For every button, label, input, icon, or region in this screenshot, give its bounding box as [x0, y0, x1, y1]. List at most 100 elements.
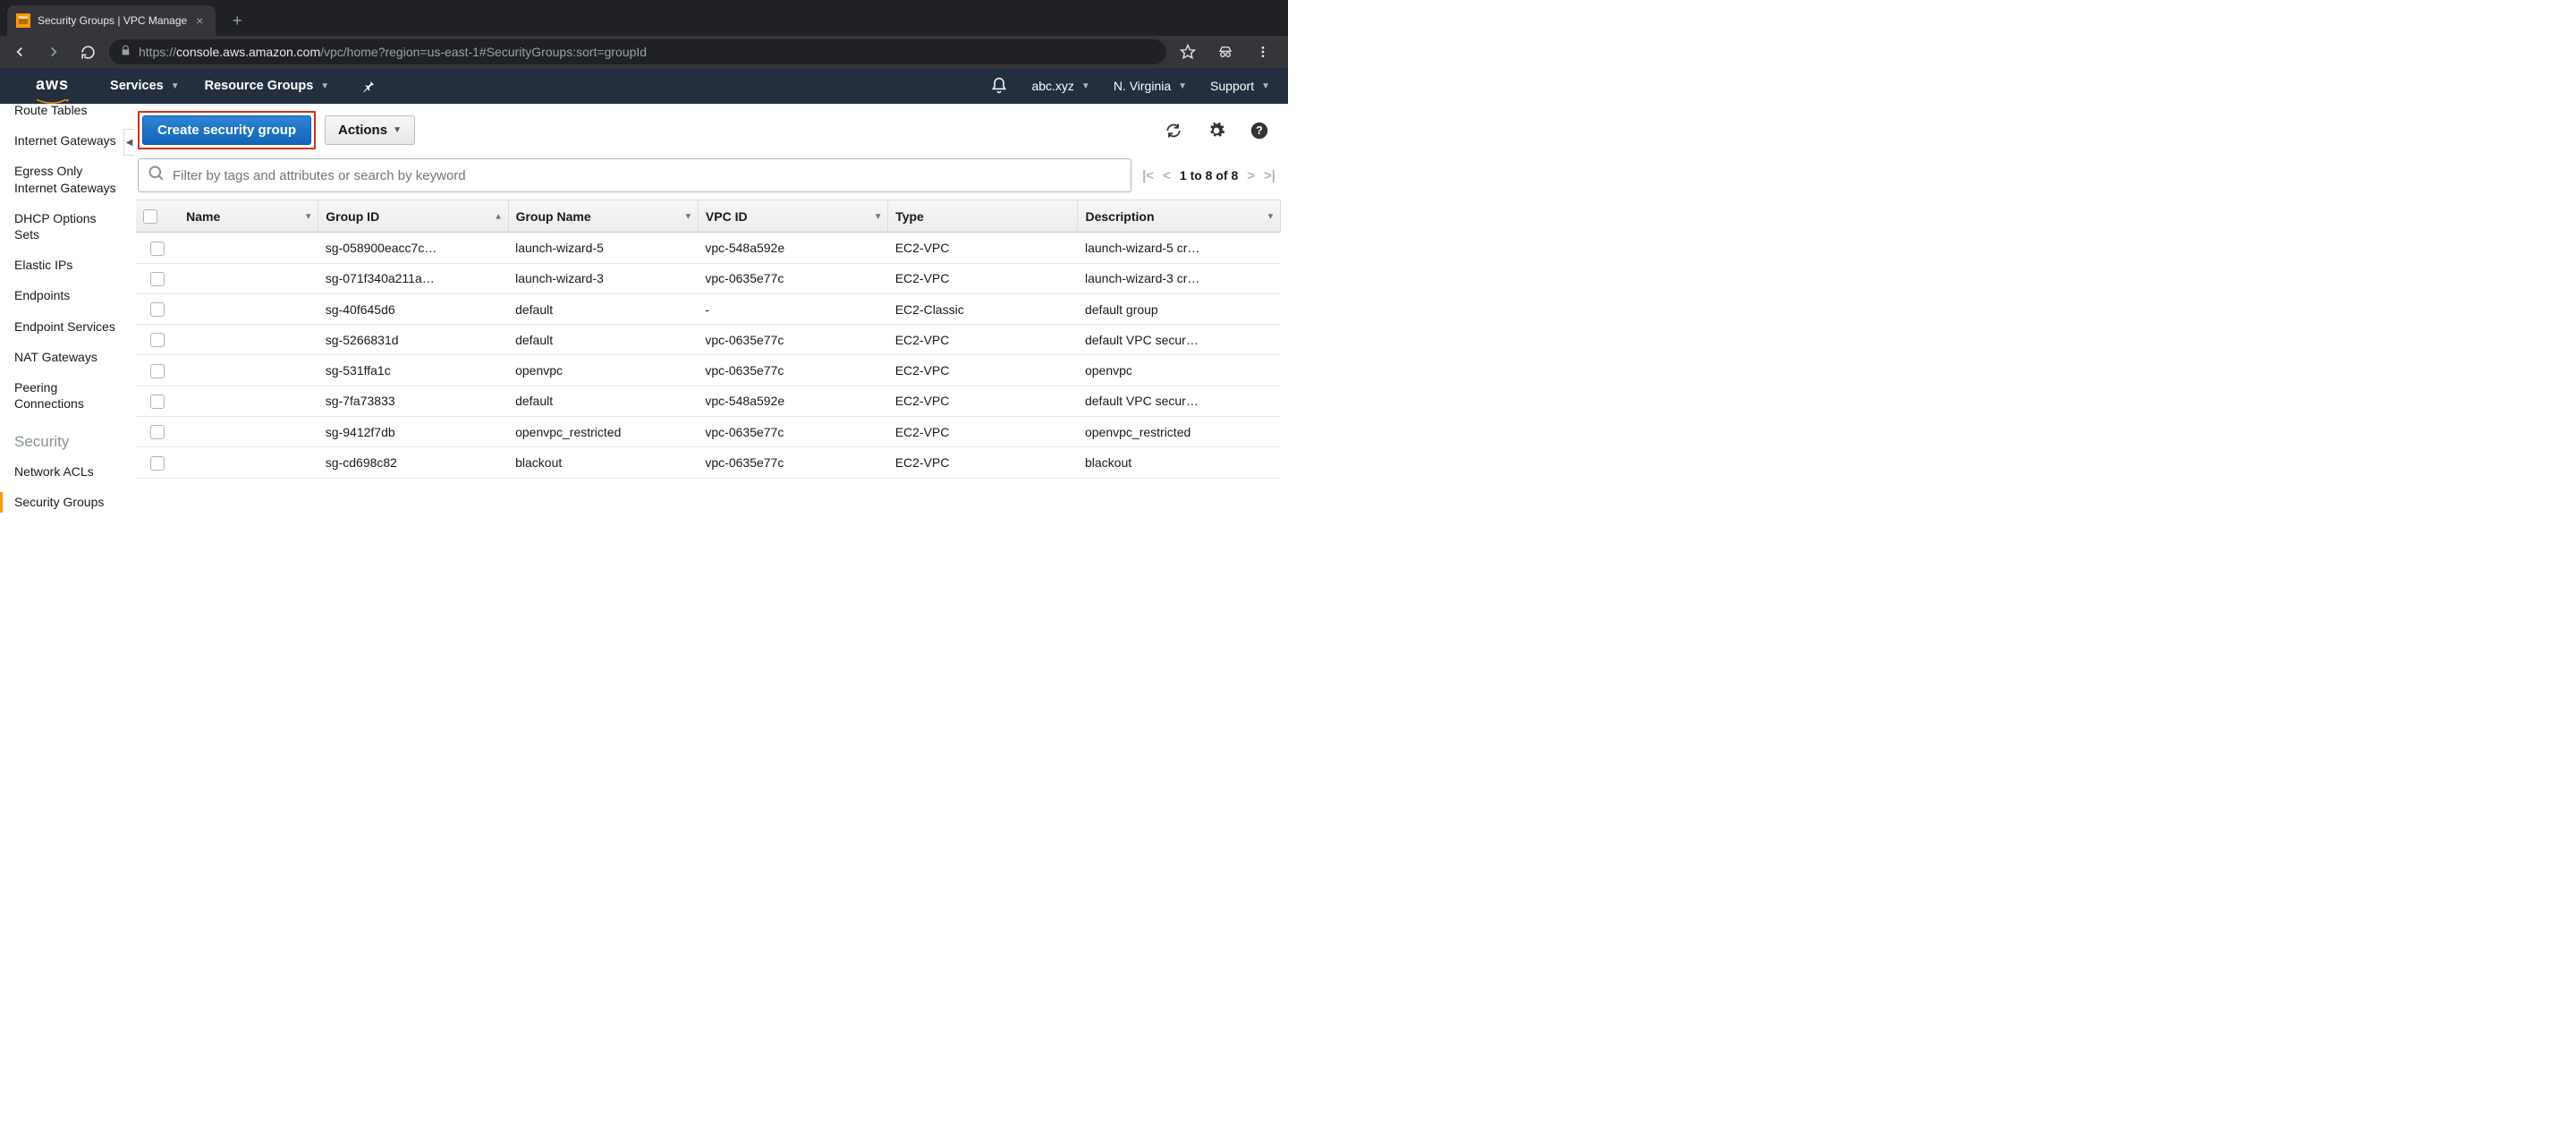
- caret-down-icon: ▼: [1178, 81, 1187, 91]
- sidebar-item-nat-gateways[interactable]: NAT Gateways: [14, 342, 123, 372]
- sidebar-item-route-tables[interactable]: Route Tables: [14, 104, 123, 125]
- col-group-id[interactable]: Group ID▴: [318, 200, 508, 233]
- account-menu[interactable]: abc.xyz▼: [1031, 79, 1089, 93]
- row-checkbox[interactable]: [150, 242, 165, 256]
- col-description[interactable]: Description▾: [1078, 200, 1281, 233]
- row-checkbox[interactable]: [150, 333, 165, 347]
- cell-type: EC2-VPC: [888, 386, 1078, 416]
- notifications-icon[interactable]: [990, 77, 1008, 95]
- sidebar-item-peering[interactable]: Peering Connections: [14, 372, 123, 419]
- sidebar-item-internet-gateways[interactable]: Internet Gateways: [14, 125, 123, 156]
- sidebar-item-network-acls[interactable]: Network ACLs: [14, 456, 123, 487]
- new-tab-button[interactable]: +: [225, 8, 250, 33]
- region-menu[interactable]: N. Virginia ▼: [1114, 79, 1187, 93]
- cell-name: [179, 325, 318, 355]
- cell-type: EC2-VPC: [888, 233, 1078, 263]
- tab-close-icon[interactable]: ×: [192, 13, 207, 28]
- table-header-row: Name▾ Group ID▴ Group Name▾ VPC ID▾ Type…: [136, 200, 1281, 233]
- row-checkbox[interactable]: [150, 395, 165, 409]
- back-button[interactable]: [7, 39, 32, 64]
- row-checkbox[interactable]: [150, 456, 165, 471]
- services-menu[interactable]: Services ▼: [110, 79, 180, 93]
- actions-label: Actions: [338, 123, 387, 138]
- actions-dropdown[interactable]: Actions▼: [325, 115, 415, 145]
- cell-group-id: sg-cd698c82: [318, 447, 508, 478]
- pin-icon[interactable]: [361, 79, 376, 93]
- support-menu[interactable]: Support▼: [1210, 79, 1270, 93]
- incognito-icon[interactable]: [1213, 39, 1238, 64]
- table-row[interactable]: sg-40f645d6default-EC2-Classicdefault gr…: [136, 293, 1281, 324]
- forward-button[interactable]: [41, 39, 66, 64]
- cell-vpc-id: vpc-0635e77c: [698, 263, 887, 293]
- sidebar-item-endpoints[interactable]: Endpoints: [14, 280, 123, 310]
- reload-button[interactable]: [75, 39, 100, 64]
- cell-type: EC2-VPC: [888, 417, 1078, 447]
- col-vpc-id-label: VPC ID: [706, 209, 748, 224]
- help-button[interactable]: ?: [1249, 120, 1270, 141]
- cell-group-name: default: [508, 386, 698, 416]
- table-row[interactable]: sg-cd698c82blackoutvpc-0635e77cEC2-VPCbl…: [136, 447, 1281, 478]
- col-group-name-label: Group Name: [516, 209, 591, 224]
- menu-icon[interactable]: [1250, 39, 1275, 64]
- caret-down-icon: ▼: [1081, 81, 1090, 91]
- cell-type: EC2-VPC: [888, 447, 1078, 478]
- sidebar: Route Tables Internet Gateways Egress On…: [0, 104, 123, 573]
- caret-down-icon: ▼: [171, 81, 180, 91]
- cell-name: [179, 233, 318, 263]
- col-type[interactable]: Type: [888, 200, 1078, 233]
- caret-down-icon: ▼: [1261, 81, 1270, 91]
- browser-chrome: Security Groups | VPC Manage × + https:/…: [0, 0, 1288, 68]
- col-name[interactable]: Name▾: [179, 200, 318, 233]
- cell-name: [179, 293, 318, 324]
- url-field[interactable]: https://console.aws.amazon.com/vpc/home?…: [109, 39, 1166, 64]
- cell-group-name: launch-wizard-5: [508, 233, 698, 263]
- region-label: N. Virginia: [1114, 79, 1171, 93]
- table-row[interactable]: sg-058900eacc7c…launch-wizard-5vpc-548a5…: [136, 233, 1281, 263]
- pager-first-icon[interactable]: |<: [1142, 168, 1154, 183]
- sidebar-item-security-groups[interactable]: Security Groups: [14, 487, 123, 517]
- sidebar-item-elastic-ips[interactable]: Elastic IPs: [14, 250, 123, 280]
- star-icon[interactable]: [1175, 39, 1200, 64]
- browser-tab[interactable]: Security Groups | VPC Manage ×: [7, 5, 216, 36]
- addr-bar-right: [1175, 39, 1281, 64]
- cell-vpc-id: vpc-548a592e: [698, 233, 887, 263]
- row-checkbox[interactable]: [150, 302, 165, 317]
- select-all-cell[interactable]: [136, 200, 179, 233]
- cell-type: EC2-Classic: [888, 293, 1078, 324]
- collapse-sidebar-button[interactable]: ◀: [123, 129, 134, 156]
- table-row[interactable]: sg-9412f7dbopenvpc_restrictedvpc-0635e77…: [136, 417, 1281, 447]
- aws-logo[interactable]: aws: [36, 75, 69, 98]
- pager-next-icon[interactable]: >: [1247, 168, 1255, 183]
- pager-prev-icon[interactable]: <: [1163, 168, 1171, 183]
- col-name-label: Name: [186, 209, 220, 224]
- row-checkbox[interactable]: [150, 425, 165, 439]
- main-content: Create security group Actions▼ ? |< < 1 …: [136, 104, 1288, 573]
- table-row[interactable]: sg-071f340a211a…launch-wizard-3vpc-0635e…: [136, 263, 1281, 293]
- sidebar-item-dhcp-options[interactable]: DHCP Options Sets: [14, 203, 123, 250]
- aws-favicon: [16, 13, 30, 28]
- table-row[interactable]: sg-5266831ddefaultvpc-0635e77cEC2-VPCdef…: [136, 325, 1281, 355]
- col-vpc-id[interactable]: VPC ID▾: [698, 200, 887, 233]
- resource-groups-menu[interactable]: Resource Groups▼: [205, 79, 330, 93]
- settings-button[interactable]: [1206, 120, 1227, 141]
- row-checkbox[interactable]: [150, 364, 165, 378]
- url-text: https://console.aws.amazon.com/vpc/home?…: [139, 45, 647, 59]
- cell-vpc-id: vpc-548a592e: [698, 386, 887, 416]
- table-row[interactable]: sg-7fa73833defaultvpc-548a592eEC2-VPCdef…: [136, 386, 1281, 416]
- cell-vpc-id: vpc-0635e77c: [698, 417, 887, 447]
- resource-groups-label: Resource Groups: [205, 79, 314, 93]
- filter-input[interactable]: [173, 168, 1122, 183]
- filter-box[interactable]: [138, 158, 1131, 192]
- create-security-group-button[interactable]: Create security group: [142, 115, 311, 145]
- pager-last-icon[interactable]: >|: [1264, 168, 1275, 183]
- select-all-checkbox[interactable]: [143, 209, 157, 224]
- sidebar-item-egress-only-igw[interactable]: Egress Only Internet Gateways: [14, 156, 123, 202]
- row-checkbox[interactable]: [150, 272, 165, 286]
- cell-group-id: sg-071f340a211a…: [318, 263, 508, 293]
- refresh-button[interactable]: [1163, 120, 1184, 141]
- tutorial-highlight: Create security group: [138, 111, 316, 149]
- col-group-name[interactable]: Group Name▾: [508, 200, 698, 233]
- services-label: Services: [110, 79, 164, 93]
- sidebar-item-endpoint-services[interactable]: Endpoint Services: [14, 311, 123, 342]
- table-row[interactable]: sg-531ffa1copenvpcvpc-0635e77cEC2-VPCope…: [136, 355, 1281, 386]
